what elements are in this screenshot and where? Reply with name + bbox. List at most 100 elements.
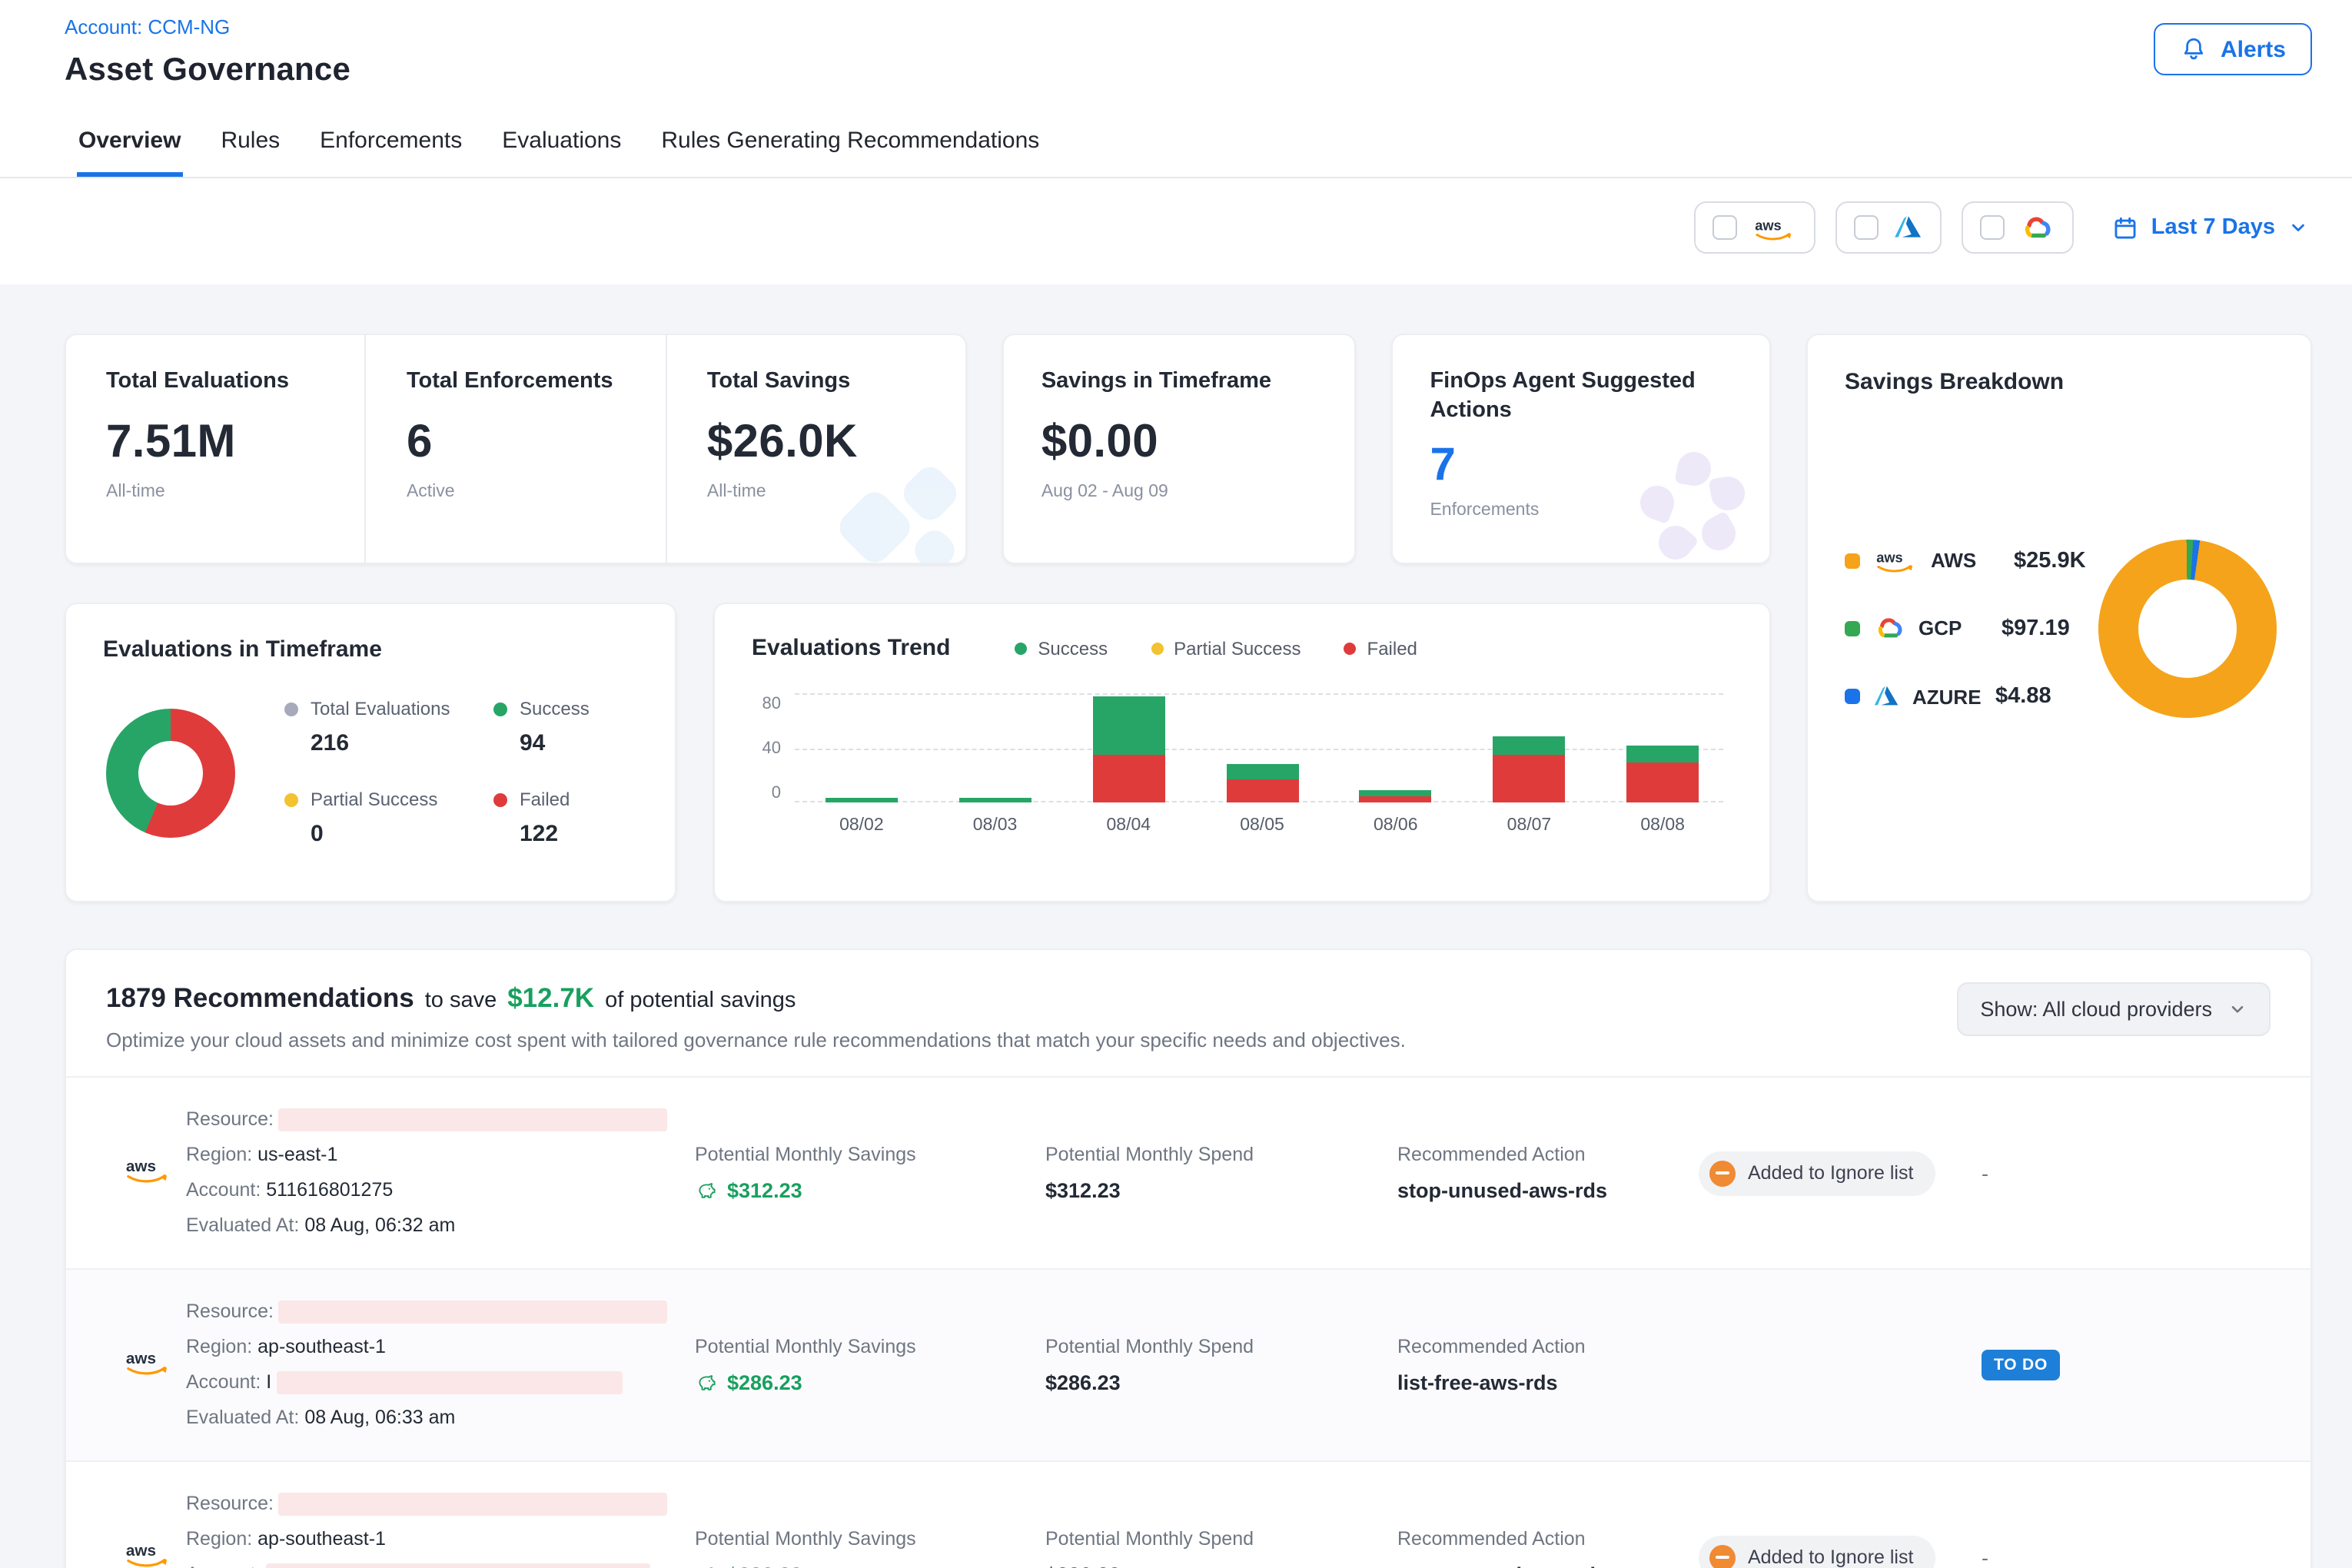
- provider-name: GCP: [1918, 616, 1989, 639]
- filter-bar: Last 7 Days: [0, 178, 2352, 284]
- aws-icon: [121, 1537, 186, 1568]
- status-column: Added to Ignore list: [1699, 1151, 1982, 1195]
- date-range-picker[interactable]: Last 7 Days: [2113, 214, 2309, 241]
- provider-savings: $4.88: [1995, 684, 2051, 709]
- stat-total-enforcements: Total Enforcements 6 Active: [365, 335, 666, 563]
- savings-in-timeframe-card: Savings in Timeframe $0.00 Aug 02 - Aug …: [1003, 334, 1357, 564]
- action-value: stop-unused-aws-rds: [1397, 1179, 1699, 1202]
- spend-label: Potential Monthly Spend: [1045, 1528, 1397, 1550]
- trend-legend-failed: Failed: [1344, 637, 1417, 659]
- region-label: Region:: [186, 1336, 252, 1357]
- header-left: Account: CCM-NG Asset Governance: [65, 14, 350, 89]
- breakdown-aws: AWS $25.9K: [1845, 547, 2086, 573]
- legend-dot: [1845, 620, 1860, 636]
- spend-label: Potential Monthly Spend: [1045, 1144, 1397, 1165]
- provider-filter-gcp[interactable]: [1962, 201, 2075, 254]
- legend-dot: [493, 702, 507, 716]
- provider-filter-azure[interactable]: [1836, 201, 1942, 254]
- page-header: Account: CCM-NG Asset Governance Alerts: [0, 0, 2352, 105]
- aws-icon: [121, 1345, 186, 1385]
- legend-success: Success 94: [493, 698, 638, 756]
- recommendations-card: 1879 Recommendations to save $12.7K of p…: [65, 948, 2312, 1568]
- savings-breakdown-legend: AWS $25.9K GCP $97.19 AZURE: [1845, 547, 2086, 710]
- calendar-icon: [2113, 214, 2139, 241]
- stat-value: $26.0K: [707, 417, 948, 469]
- provider-name: AZURE: [1912, 685, 1983, 708]
- recommendation-row[interactable]: Resource: Region: ap-southeast-1 Account…: [66, 1460, 2310, 1568]
- tab-rules-generating-recommendations[interactable]: Rules Generating Recommendations: [659, 105, 1041, 177]
- gcp-checkbox[interactable]: [1981, 215, 2005, 240]
- savings-value: $286.23: [727, 1371, 802, 1394]
- savings-column: Potential Monthly Savings $286.23: [695, 1336, 1045, 1394]
- redacted-resource: [279, 1301, 668, 1324]
- legend-dot: [284, 792, 298, 806]
- savings-label: Potential Monthly Savings: [695, 1528, 1045, 1550]
- stat-value: 7.51M: [106, 417, 347, 469]
- region-value: ap-southeast-1: [257, 1528, 386, 1550]
- provider-name: AWS: [1931, 549, 2002, 572]
- empty-value-dash: -: [1982, 1161, 2271, 1184]
- savings-value: $286.23: [727, 1563, 802, 1568]
- chevron-down-icon: [2227, 999, 2247, 1019]
- bell-icon: [2181, 35, 2208, 63]
- recommendation-row[interactable]: Resource: Region: us-east-1 Account: 511…: [66, 1076, 2310, 1268]
- recommendations-header: 1879 Recommendations to save $12.7K of p…: [106, 982, 1406, 1051]
- recommendations-subtitle: Optimize your cloud assets and minimize …: [106, 1028, 1406, 1051]
- tab-overview[interactable]: Overview: [77, 105, 182, 177]
- dashboard-content: Total Evaluations 7.51M All-time Total E…: [0, 284, 2352, 1568]
- evaluations-legend: Total Evaluations 216 Success 94 Partial…: [284, 698, 638, 847]
- charts-row: Evaluations in Timeframe Total Evaluatio…: [65, 603, 1771, 902]
- resource-label: Resource:: [186, 1108, 274, 1130]
- action-value: list-free-aws-rds: [1397, 1371, 1699, 1394]
- minus-circle-icon: [1709, 1160, 1736, 1186]
- legend-dot: [284, 702, 298, 716]
- redacted-account: [266, 1563, 650, 1568]
- stat-caption: Active: [407, 483, 647, 501]
- stat-total-evaluations: Total Evaluations 7.51M All-time: [66, 335, 365, 563]
- redacted-account: [277, 1371, 623, 1394]
- aws-checkbox[interactable]: [1713, 215, 1738, 240]
- cloud-provider-filter-dropdown[interactable]: Show: All cloud providers: [1957, 982, 2271, 1036]
- legend-dot: [493, 792, 507, 806]
- action-label: Recommended Action: [1397, 1144, 1699, 1165]
- empty-value-dash: -: [1982, 1546, 2271, 1568]
- piggy-bank-icon: [695, 1563, 718, 1568]
- aws-icon: [121, 1153, 186, 1193]
- spend-value: $312.23: [1045, 1179, 1397, 1202]
- gcp-icon: [1872, 615, 1906, 641]
- recommendation-row[interactable]: Resource: Region: ap-southeast-1 Account…: [66, 1268, 2310, 1460]
- legend-value: 216: [311, 730, 493, 756]
- tab-evaluations[interactable]: Evaluations: [500, 105, 623, 177]
- date-range-label: Last 7 Days: [2151, 215, 2275, 240]
- tab-enforcements[interactable]: Enforcements: [318, 105, 463, 177]
- redacted-resource: [279, 1108, 668, 1131]
- legend-label: Failed: [520, 789, 570, 810]
- provider-filter-aws[interactable]: [1695, 201, 1816, 254]
- stat-title: Total Enforcements: [407, 367, 647, 397]
- card-title: Evaluations in Timeframe: [103, 636, 638, 663]
- legend-total-evaluations: Total Evaluations 216: [284, 698, 493, 756]
- ignore-list-chip[interactable]: Added to Ignore list: [1699, 1151, 1935, 1195]
- spend-label: Potential Monthly Spend: [1045, 1336, 1397, 1357]
- legend-label: Partial Success: [311, 789, 437, 810]
- legend-failed: Failed 122: [493, 789, 638, 847]
- savings-column: Potential Monthly Savings $286.23: [695, 1528, 1045, 1568]
- evaluated-value: 08 Aug, 06:32 am: [304, 1214, 455, 1236]
- stat-value: $0.00: [1041, 417, 1337, 469]
- alerts-button[interactable]: Alerts: [2154, 23, 2312, 75]
- account-value: 511616801275: [266, 1179, 393, 1201]
- decorative-shapes: [1634, 452, 1757, 564]
- account-link[interactable]: Account: CCM-NG: [65, 15, 230, 38]
- legend-dot: [1151, 642, 1163, 654]
- azure-checkbox[interactable]: [1855, 215, 1879, 240]
- stat-title: FinOps Agent Suggested Actions: [1430, 367, 1699, 425]
- provider-savings: $25.9K: [2014, 548, 2086, 573]
- azure-icon: [1872, 683, 1900, 710]
- tab-rules[interactable]: Rules: [219, 105, 281, 177]
- recommendations-lead: to save: [425, 988, 497, 1013]
- savings-donut: [2098, 540, 2277, 718]
- breakdown-azure: AZURE $4.88: [1845, 683, 2086, 710]
- ignore-list-chip[interactable]: Added to Ignore list: [1699, 1535, 1935, 1568]
- spend-column: Potential Monthly Spend $286.23: [1045, 1528, 1397, 1568]
- trend-chart: 80400 08/0208/0308/0408/050: [752, 695, 1729, 835]
